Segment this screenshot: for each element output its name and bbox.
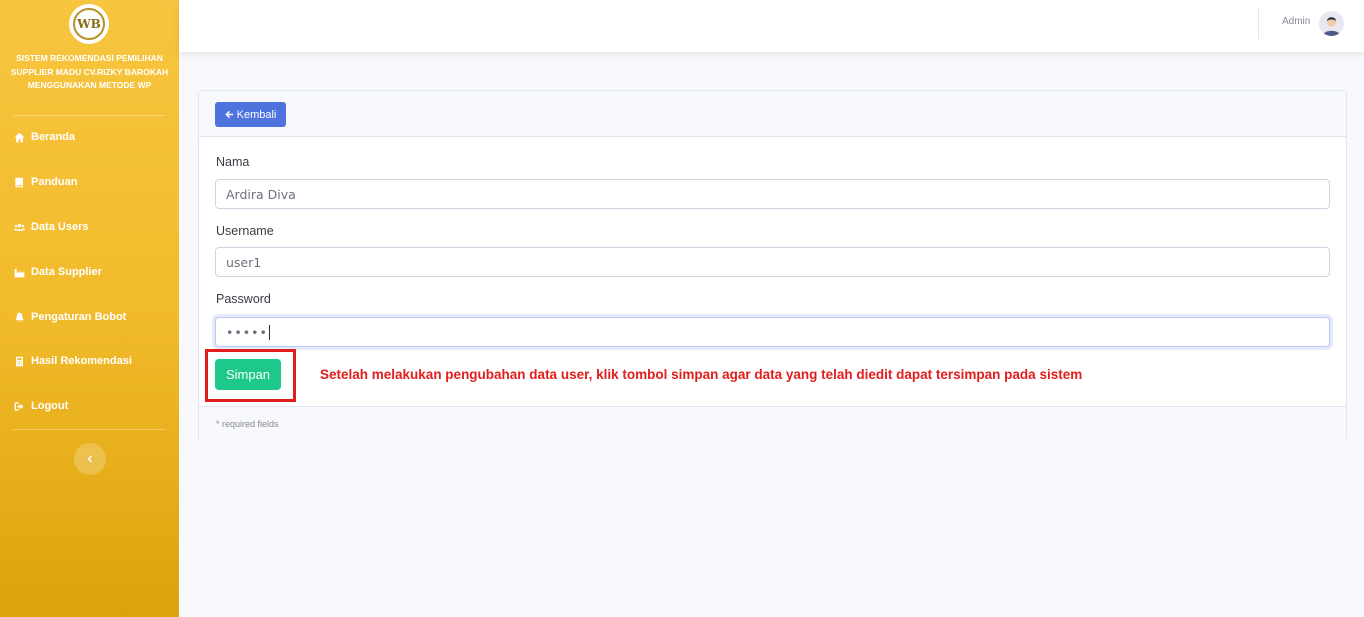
brand-title: SISTEM REKOMENDASI PEMILIHAN SUPPLIER MA… bbox=[10, 53, 169, 90]
home-icon bbox=[13, 131, 25, 143]
password-field[interactable]: ••••• bbox=[215, 317, 1330, 347]
required-fields-note: * required fields bbox=[216, 419, 279, 429]
text-caret bbox=[268, 324, 270, 340]
sidebar: WB SISTEM REKOMENDASI PEMILIHAN SUPPLIER… bbox=[0, 0, 179, 617]
topbar-divider bbox=[1258, 8, 1259, 39]
sidebar-item-label: Pengaturan Bobot bbox=[31, 311, 127, 323]
back-button-label: Kembali bbox=[236, 108, 277, 121]
book-icon bbox=[13, 176, 25, 188]
logo-mark: WB bbox=[73, 8, 105, 40]
card-header: Kembali bbox=[199, 91, 1346, 137]
user-name[interactable]: Admin bbox=[1282, 16, 1310, 27]
nama-value: Ardira Diva bbox=[226, 186, 296, 202]
sidebar-divider bbox=[12, 115, 166, 116]
username-field[interactable]: user1 bbox=[215, 247, 1330, 277]
card-footer: * required fields bbox=[199, 406, 1346, 442]
avatar-icon bbox=[1319, 11, 1344, 36]
calculator-icon bbox=[13, 355, 25, 367]
sidebar-item-hasil-rekomendasi[interactable]: Hasil Rekomendasi bbox=[13, 351, 132, 371]
sidebar-item-label: Hasil Rekomendasi bbox=[31, 355, 132, 367]
sidebar-item-label: Data Users bbox=[31, 221, 89, 233]
chevron-left-icon bbox=[87, 455, 92, 463]
edit-user-card: Kembali Nama Ardira Diva Username user1 … bbox=[198, 90, 1347, 442]
sidebar-item-data-users[interactable]: Data Users bbox=[13, 217, 88, 237]
back-button[interactable]: Kembali bbox=[215, 102, 286, 127]
sidebar-item-pengaturan-bobot[interactable]: Pengaturan Bobot bbox=[13, 307, 126, 327]
sidebar-item-label: Panduan bbox=[31, 176, 78, 188]
brand-logo[interactable]: WB bbox=[69, 4, 109, 44]
topbar: Admin bbox=[179, 0, 1364, 52]
nama-label: Nama bbox=[216, 155, 250, 169]
nama-field[interactable]: Ardira Diva bbox=[215, 179, 1330, 209]
industry-icon bbox=[13, 266, 25, 278]
username-value: user1 bbox=[226, 254, 262, 270]
sidebar-item-label: Beranda bbox=[31, 131, 76, 143]
arrow-left-icon bbox=[224, 110, 233, 119]
sidebar-item-label: Data Supplier bbox=[31, 266, 102, 278]
sidebar-divider bbox=[12, 429, 166, 430]
bell-icon bbox=[13, 311, 25, 323]
save-button[interactable]: Simpan bbox=[215, 359, 281, 390]
sidebar-item-data-supplier[interactable]: Data Supplier bbox=[13, 262, 102, 282]
users-icon bbox=[13, 221, 25, 233]
sidebar-item-panduan[interactable]: Panduan bbox=[13, 172, 77, 192]
sidebar-item-beranda[interactable]: Beranda bbox=[13, 127, 75, 147]
sidebar-item-label: Logout bbox=[31, 400, 69, 412]
sidebar-toggle-button[interactable] bbox=[74, 443, 106, 475]
sidebar-item-logout[interactable]: Logout bbox=[13, 396, 68, 416]
sign-out-icon bbox=[13, 400, 25, 412]
user-avatar[interactable] bbox=[1319, 11, 1344, 36]
password-label: Password bbox=[216, 292, 271, 306]
instruction-annotation: Setelah melakukan pengubahan data user, … bbox=[320, 367, 1083, 382]
username-label: Username bbox=[216, 224, 274, 238]
password-value: ••••• bbox=[226, 324, 268, 340]
